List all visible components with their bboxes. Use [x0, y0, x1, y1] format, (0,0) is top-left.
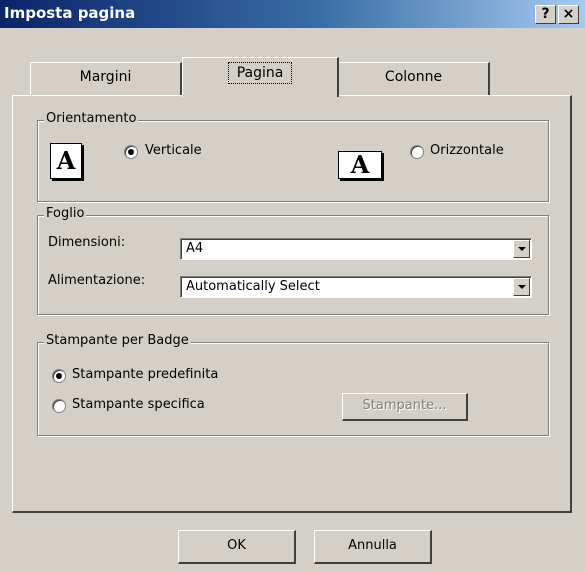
- window-title: Imposta pagina: [4, 4, 136, 22]
- sheet-legend: Foglio: [44, 206, 87, 221]
- chevron-down-icon[interactable]: [513, 278, 530, 296]
- landscape-radio[interactable]: [410, 145, 424, 159]
- title-bar[interactable]: Imposta pagina ? ×: [0, 0, 585, 28]
- select-printer-button[interactable]: Stampante...: [342, 393, 468, 421]
- page-setup-dialog: Imposta pagina ? × Margini Pagina Colonn…: [0, 0, 585, 572]
- source-label: Alimentazione:: [48, 273, 146, 288]
- specific-printer-label[interactable]: Stampante specifica: [72, 397, 205, 412]
- badge-printer-group: Stampante per Badge Stampante predefinit…: [37, 333, 549, 436]
- portrait-page-icon: A: [50, 143, 82, 179]
- tab-panel: Orientamento A Verticale A Orizzontale F…: [12, 95, 572, 513]
- default-printer-label[interactable]: Stampante predefinita: [72, 367, 218, 382]
- specific-printer-radio[interactable]: [52, 399, 66, 413]
- tab-margini[interactable]: Margini: [30, 62, 182, 96]
- default-printer-radio[interactable]: [52, 369, 66, 383]
- tab-label: Margini: [79, 69, 132, 85]
- landscape-page-icon: A: [338, 151, 382, 179]
- paper-source-dropdown[interactable]: Automatically Select: [180, 276, 532, 298]
- source-value: Automatically Select: [186, 279, 320, 294]
- orientation-group: Orientamento A Verticale A Orizzontale: [37, 111, 549, 202]
- tab-label: Pagina: [227, 62, 293, 84]
- landscape-label[interactable]: Orizzontale: [430, 143, 504, 158]
- orientation-legend: Orientamento: [44, 111, 139, 126]
- sheet-group: Foglio Dimensioni: A4 Alimentazione: Aut…: [37, 206, 549, 315]
- tab-pagina[interactable]: Pagina: [182, 57, 339, 97]
- size-label: Dimensioni:: [48, 235, 126, 250]
- ok-button[interactable]: OK: [178, 530, 296, 564]
- help-button[interactable]: ?: [535, 5, 556, 24]
- portrait-label[interactable]: Verticale: [145, 143, 202, 158]
- badge-printer-legend: Stampante per Badge: [44, 333, 191, 348]
- cancel-button[interactable]: Annulla: [314, 530, 432, 564]
- close-button[interactable]: ×: [558, 5, 579, 24]
- tab-label: Colonne: [384, 69, 443, 85]
- portrait-radio[interactable]: [124, 145, 138, 159]
- size-dropdown[interactable]: A4: [180, 238, 532, 260]
- chevron-down-icon[interactable]: [513, 240, 530, 258]
- tab-colonne[interactable]: Colonne: [338, 62, 490, 96]
- size-value: A4: [186, 241, 204, 256]
